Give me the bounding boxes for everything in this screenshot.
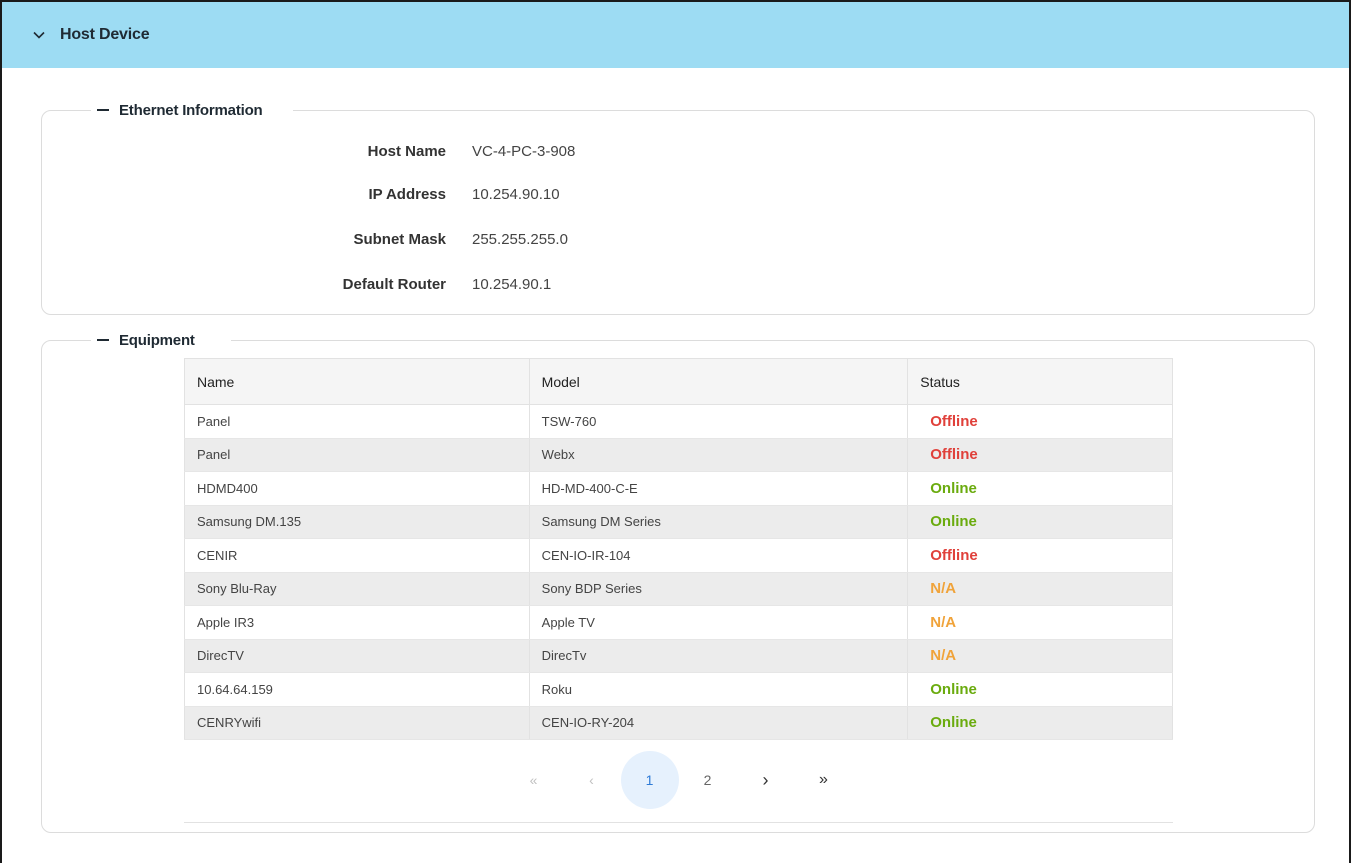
equipment-table: Name Model Status Panel TSW-760 Offline Pan… bbox=[184, 358, 1173, 740]
info-label: Default Router bbox=[342, 275, 446, 293]
equipment-legend[interactable]: Equipment bbox=[91, 330, 231, 350]
first-page-button[interactable]: « bbox=[505, 751, 563, 809]
cell-status: Offline bbox=[907, 438, 1173, 472]
collapse-dash-icon[interactable] bbox=[97, 339, 109, 341]
table-row[interactable]: CENRYwifi CEN-IO-RY-204 Online bbox=[184, 706, 1173, 740]
cell-name: Apple IR3 bbox=[184, 605, 530, 640]
cell-model: CEN-IO-IR-104 bbox=[528, 538, 909, 573]
cell-model: CEN-IO-RY-204 bbox=[528, 706, 909, 740]
equipment-title: Equipment bbox=[119, 331, 195, 349]
cell-status: N/A bbox=[907, 605, 1173, 640]
table-row[interactable]: Sony Blu-Ray Sony BDP Series N/A bbox=[184, 572, 1173, 606]
table-header-row: Name Model Status bbox=[184, 358, 1173, 405]
column-header-name[interactable]: Name bbox=[184, 358, 530, 405]
cell-status: N/A bbox=[907, 572, 1173, 606]
table-row[interactable]: DirecTV DirecTv N/A bbox=[184, 639, 1173, 673]
pagination: « ‹ 1 2 › » bbox=[184, 751, 1173, 809]
info-value: 10.254.90.10 bbox=[472, 185, 560, 203]
cell-status: Online bbox=[907, 505, 1173, 539]
collapse-dash-icon[interactable] bbox=[97, 109, 109, 111]
info-row: IP Address 10.254.90.10 bbox=[0, 184, 1351, 204]
table-row[interactable]: Samsung DM.135 Samsung DM Series Online bbox=[184, 505, 1173, 539]
section-title: Host Device bbox=[60, 26, 150, 43]
page-2-button[interactable]: 2 bbox=[679, 751, 737, 809]
cell-name: Panel bbox=[184, 404, 530, 439]
cell-name: Panel bbox=[184, 438, 530, 472]
info-label: IP Address bbox=[368, 185, 446, 203]
cell-model: Sony BDP Series bbox=[528, 572, 909, 606]
prev-page-button[interactable]: ‹ bbox=[563, 751, 621, 809]
info-row: Host Name VC-4-PC-3-908 bbox=[0, 141, 1351, 161]
cell-model: Samsung DM Series bbox=[528, 505, 909, 539]
last-page-button[interactable]: » bbox=[795, 751, 853, 809]
cell-status: Offline bbox=[907, 538, 1173, 573]
cell-name: CENRYwifi bbox=[184, 706, 530, 740]
cell-status: Online bbox=[907, 672, 1173, 707]
table-row[interactable]: CENIR CEN-IO-IR-104 Offline bbox=[184, 538, 1173, 573]
table-row[interactable]: Panel Webx Offline bbox=[184, 438, 1173, 472]
ethernet-info-legend[interactable]: Ethernet Information bbox=[91, 100, 293, 120]
info-label: Host Name bbox=[367, 142, 446, 160]
cell-name: DirecTV bbox=[184, 639, 530, 673]
column-header-status[interactable]: Status bbox=[907, 358, 1173, 405]
next-page-button[interactable]: › bbox=[737, 751, 795, 809]
column-header-model[interactable]: Model bbox=[528, 358, 909, 405]
page-1-button[interactable]: 1 bbox=[620, 751, 679, 809]
info-value: 255.255.255.0 bbox=[472, 230, 568, 248]
chevron-down-icon[interactable] bbox=[32, 28, 46, 42]
cell-name: CENIR bbox=[184, 538, 530, 573]
cell-model: DirecTv bbox=[528, 639, 909, 673]
cell-status: Online bbox=[907, 706, 1173, 740]
table-row[interactable]: Apple IR3 Apple TV N/A bbox=[184, 605, 1173, 640]
cell-status: Offline bbox=[907, 404, 1173, 439]
info-label: Subnet Mask bbox=[353, 230, 446, 248]
cell-model: Apple TV bbox=[528, 605, 909, 640]
table-row[interactable]: Panel TSW-760 Offline bbox=[184, 404, 1173, 439]
info-row: Default Router 10.254.90.1 bbox=[0, 274, 1351, 294]
cell-model: Webx bbox=[528, 438, 909, 472]
cell-name: 10.64.64.159 bbox=[184, 672, 530, 707]
table-row[interactable]: 10.64.64.159 Roku Online bbox=[184, 672, 1173, 707]
cell-name: Samsung DM.135 bbox=[184, 505, 530, 539]
cell-name: Sony Blu-Ray bbox=[184, 572, 530, 606]
info-row: Subnet Mask 255.255.255.0 bbox=[0, 229, 1351, 249]
ethernet-info-title: Ethernet Information bbox=[119, 101, 263, 119]
cell-model: Roku bbox=[528, 672, 909, 707]
cell-status: Online bbox=[907, 471, 1173, 506]
cell-model: TSW-760 bbox=[528, 404, 909, 439]
cell-status: N/A bbox=[907, 639, 1173, 673]
info-value: VC-4-PC-3-908 bbox=[472, 142, 576, 160]
cell-model: HD-MD-400-C-E bbox=[528, 471, 909, 506]
pagination-divider bbox=[184, 822, 1173, 823]
info-value: 10.254.90.1 bbox=[472, 275, 552, 293]
cell-name: HDMD400 bbox=[184, 471, 530, 506]
host-device-header[interactable]: Host Device bbox=[2, 2, 1349, 68]
table-row[interactable]: HDMD400 HD-MD-400-C-E Online bbox=[184, 471, 1173, 506]
